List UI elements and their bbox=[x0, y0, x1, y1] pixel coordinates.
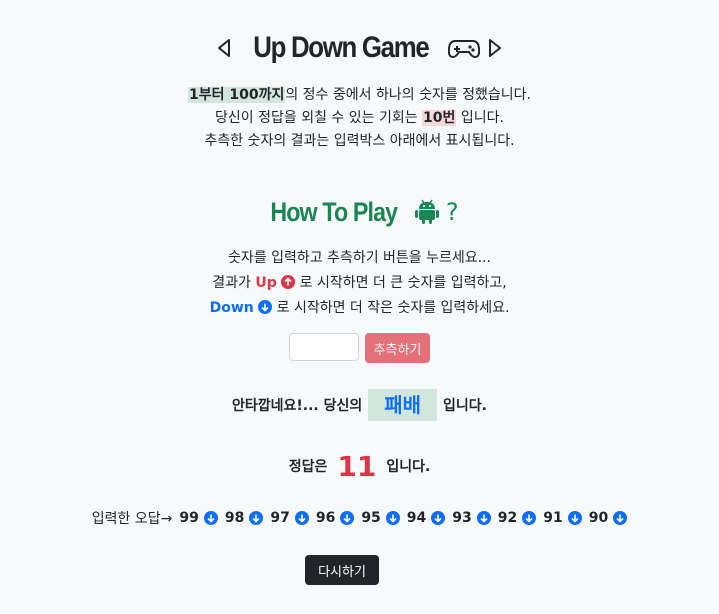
restart-button[interactable]: 다시하기 bbox=[305, 555, 379, 585]
wrong-guesses-list: 99 98 97 96 95 94 93 92 91 90 bbox=[172, 510, 628, 526]
arrow-down-circle-icon bbox=[340, 511, 355, 525]
wrong-guesses-label: 입력한 오답→ bbox=[91, 511, 173, 527]
how-to-play-heading: How To Play ? bbox=[0, 194, 719, 230]
lose-badge: 패배 bbox=[368, 389, 438, 421]
result-tail: 입니다. bbox=[443, 398, 488, 414]
range-highlight: 1부터 100까지 bbox=[187, 87, 286, 103]
wrong-guesses: 입력한 오답→ 99 98 97 96 95 94 93 92 91 90 bbox=[0, 506, 719, 530]
intro-text: 1부터 100까지의 정수 중에서 하나의 숫자를 정했습니다. 당신이 정답을… bbox=[0, 84, 719, 153]
rules-line-2-tail: 로 시작하면 더 큰 숫자를 입력하고, bbox=[295, 275, 507, 291]
wrong-guess-value: 95 bbox=[361, 510, 381, 526]
caret-right-icon bbox=[489, 39, 502, 57]
rules-line-1: 숫자를 입력하고 추측하기 버튼을 누르세요... bbox=[228, 250, 491, 266]
arrow-down-circle-icon bbox=[613, 511, 628, 525]
arrow-up-circle-icon bbox=[281, 275, 296, 289]
intro-line-2: 당신이 정답을 외칠 수 있는 기회는 10번 입니다. bbox=[0, 107, 719, 130]
wrong-guess-item: 92 bbox=[497, 510, 537, 526]
arrow-down-circle-icon bbox=[249, 511, 264, 525]
arrow-down-circle-icon bbox=[258, 300, 273, 314]
wrong-guess-item: 90 bbox=[588, 510, 628, 526]
title-text: Up Down Game bbox=[252, 31, 429, 64]
intro-line-1: 1부터 100까지의 정수 중에서 하나의 숫자를 정했습니다. bbox=[0, 84, 719, 107]
wrong-guess-value: 98 bbox=[224, 510, 245, 526]
guess-input[interactable] bbox=[288, 333, 359, 361]
wrong-guess-value: 90 bbox=[588, 510, 609, 526]
answer-text: 정답은 bbox=[288, 459, 328, 475]
arrow-down-circle-icon bbox=[476, 511, 491, 525]
wrong-guess-value: 91 bbox=[543, 510, 563, 526]
arrow-down-circle-icon bbox=[431, 511, 446, 525]
arrow-down-circle-icon bbox=[567, 511, 582, 525]
wrong-guess-item: 98 bbox=[224, 510, 264, 526]
rules-line-3: Down 로 시작하면 더 작은 숫자를 입력하세요. bbox=[0, 296, 719, 321]
wrong-guess-value: 99 bbox=[179, 510, 199, 526]
result-text: 안타깝네요!... 당신의 bbox=[231, 398, 363, 414]
result-message: 안타깝네요!... 당신의 패배 입니다. bbox=[0, 388, 719, 422]
rules-line-3-tail: 로 시작하면 더 작은 숫자를 입력하세요. bbox=[272, 300, 510, 316]
wrong-guess-item: 96 bbox=[315, 510, 355, 526]
intro-line-1-text: 의 정수 중에서 하나의 숫자를 정했습니다. bbox=[285, 87, 532, 103]
up-label: Up bbox=[255, 275, 277, 291]
wrong-guess-item: 97 bbox=[270, 510, 309, 526]
wrong-guess-value: 92 bbox=[497, 510, 518, 526]
rules-line-2-text: 결과가 bbox=[212, 275, 256, 291]
arrow-down-circle-icon bbox=[522, 511, 537, 525]
wrong-guess-value: 94 bbox=[406, 510, 427, 526]
arrow-down-circle-icon bbox=[203, 511, 218, 525]
intro-line-2-text: 당신이 정답을 외칠 수 있는 기회는 bbox=[215, 110, 423, 126]
android-icon bbox=[414, 199, 439, 224]
intro-line-3: 추측한 숫자의 결과는 입력박스 아래에서 표시됩니다. bbox=[204, 133, 515, 149]
gamepad-icon bbox=[448, 40, 481, 59]
answer-number: 11 bbox=[337, 449, 377, 483]
how-to-play-title: How To Play bbox=[270, 196, 399, 227]
caret-left-icon bbox=[217, 39, 230, 57]
wrong-guess-item: 93 bbox=[452, 510, 491, 526]
how-to-play-rules: 숫자를 입력하고 추측하기 버튼을 누르세요... 결과가 Up 로 시작하면 … bbox=[0, 246, 719, 321]
down-label: Down bbox=[209, 300, 254, 316]
arrow-down-circle-icon bbox=[385, 511, 400, 525]
rules-line-2: 결과가 Up 로 시작하면 더 큰 숫자를 입력하고, bbox=[0, 271, 719, 296]
wrong-guess-item: 91 bbox=[543, 510, 582, 526]
answer-message: 정답은 11 입니다. bbox=[0, 448, 719, 484]
answer-tail: 입니다. bbox=[386, 459, 431, 475]
wrong-guess-value: 97 bbox=[270, 510, 290, 526]
chances-highlight: 10번 bbox=[422, 110, 457, 126]
intro-line-2-tail: 입니다. bbox=[456, 110, 504, 126]
question-mark: ? bbox=[445, 198, 459, 226]
wrong-guess-item: 95 bbox=[361, 510, 400, 526]
page-title: Up Down Game bbox=[0, 28, 719, 68]
wrong-guess-value: 96 bbox=[315, 510, 336, 526]
guess-button[interactable]: 추측하기 bbox=[364, 333, 431, 363]
arrow-down-circle-icon bbox=[294, 511, 309, 525]
wrong-guess-item: 99 bbox=[179, 510, 218, 526]
wrong-guess-item: 94 bbox=[406, 510, 446, 526]
guess-form: 추측하기 bbox=[0, 333, 719, 363]
wrong-guess-value: 93 bbox=[452, 510, 472, 526]
